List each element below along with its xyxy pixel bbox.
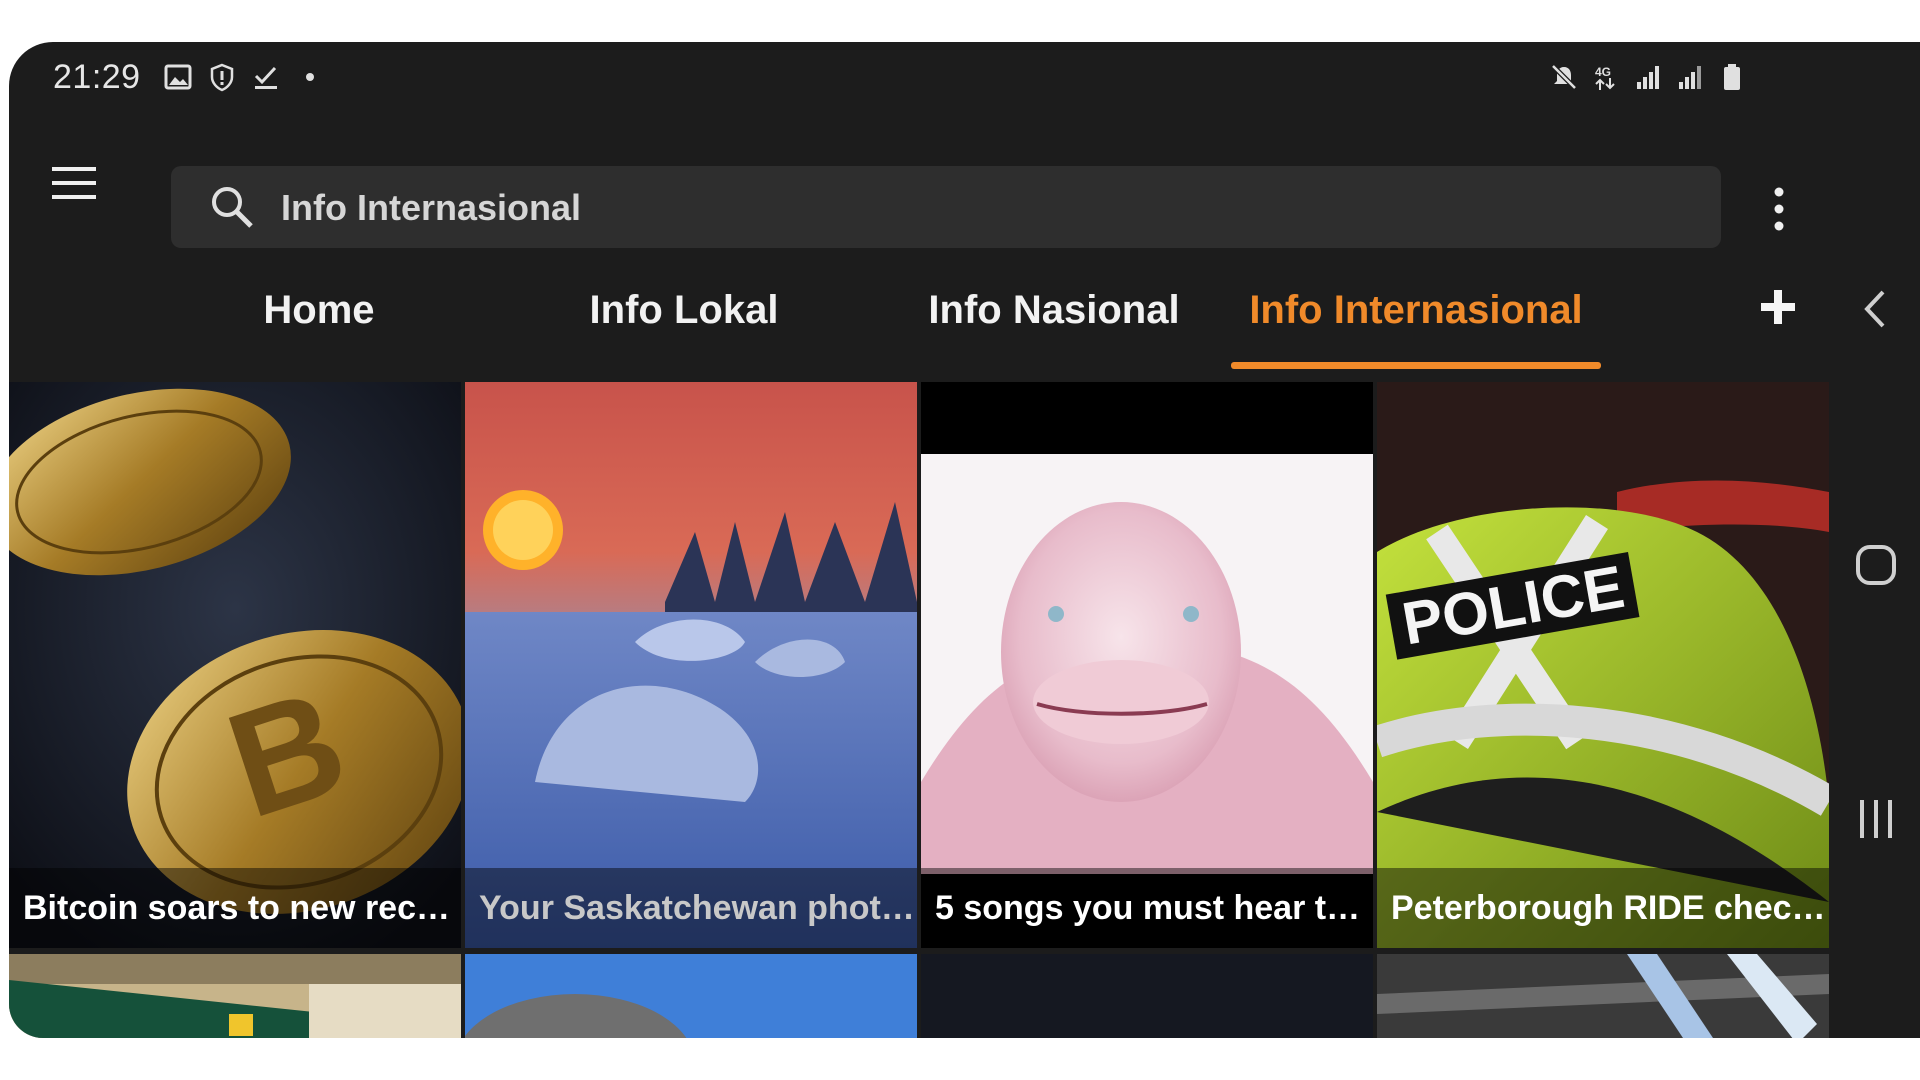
menu-icon[interactable] <box>49 158 99 208</box>
tab-info-lokal[interactable]: Info Lokal <box>549 248 819 372</box>
bitcoin-image: B <box>9 382 461 948</box>
songs-image <box>921 382 1373 948</box>
image-icon <box>164 64 192 90</box>
airport-image <box>9 954 461 1038</box>
news-card-saskatchewan[interactable]: Your Saskatchewan photo... <box>465 382 917 948</box>
news-card-caption: Bitcoin soars to new recor... <box>9 868 461 948</box>
news-card-police[interactable]: POLICE Peterborough RIDE check I... <box>1377 382 1829 948</box>
police-image: POLICE <box>1377 382 1829 948</box>
status-icons-right: 4G <box>1549 62 1747 92</box>
tab-bar: Home Info Lokal Info Nasional Info Inter… <box>9 248 1831 372</box>
news-card-songs[interactable]: 5 songs you must hear this... <box>921 382 1373 948</box>
check-icon <box>254 66 277 89</box>
search-icon <box>212 187 253 228</box>
news-card-caption: Peterborough RIDE check I... <box>1377 868 1829 948</box>
home-icon[interactable] <box>1851 540 1901 590</box>
status-bar: 21:29 4G <box>9 42 1831 120</box>
news-card-caption: 5 songs you must hear this... <box>921 868 1373 948</box>
news-card-caption: Your Saskatchewan photo... <box>465 868 917 948</box>
news-card-airport[interactable] <box>9 954 461 1038</box>
add-tab-icon[interactable] <box>1757 286 1799 328</box>
dark-image <box>921 954 1373 1038</box>
shield-icon <box>210 63 234 92</box>
system-nav-bar <box>1831 42 1920 1038</box>
dot-icon <box>306 73 314 81</box>
signal-icon <box>1679 66 1701 89</box>
sky-image <box>465 954 917 1038</box>
search-bar[interactable] <box>171 166 1721 250</box>
active-tab-indicator <box>1231 362 1601 369</box>
more-options-icon[interactable] <box>1767 184 1791 234</box>
station-image <box>1377 954 1829 1038</box>
mute-icon <box>1551 64 1577 90</box>
battery-icon <box>1724 64 1740 90</box>
status-time: 21:29 <box>53 58 141 96</box>
signal-icon <box>1637 66 1659 89</box>
search-input[interactable] <box>279 166 1683 250</box>
news-card-sky[interactable] <box>465 954 917 1038</box>
tab-home[interactable]: Home <box>199 248 439 372</box>
status-icons-left <box>163 62 325 92</box>
tab-info-internasional[interactable]: Info Internasional <box>1231 248 1601 372</box>
back-icon[interactable] <box>1851 284 1901 334</box>
news-card-dark[interactable] <box>921 954 1373 1038</box>
recents-icon[interactable] <box>1851 794 1901 844</box>
saskatchewan-image <box>465 382 917 948</box>
app-bar <box>9 120 1831 250</box>
phone-screen: 21:29 4G Info Internasional Home Info Lo… <box>9 42 1920 1038</box>
data-4g-icon: 4G <box>1595 65 1615 90</box>
news-card-station[interactable] <box>1377 954 1829 1038</box>
tab-info-nasional[interactable]: Info Nasional <box>909 248 1199 372</box>
news-card-bitcoin[interactable]: B Bitcoin soars to new recor... <box>9 382 461 948</box>
svg-text:4G: 4G <box>1595 65 1611 79</box>
news-grid: B Bitcoin soars to new recor... Your Sas… <box>9 382 1831 1038</box>
